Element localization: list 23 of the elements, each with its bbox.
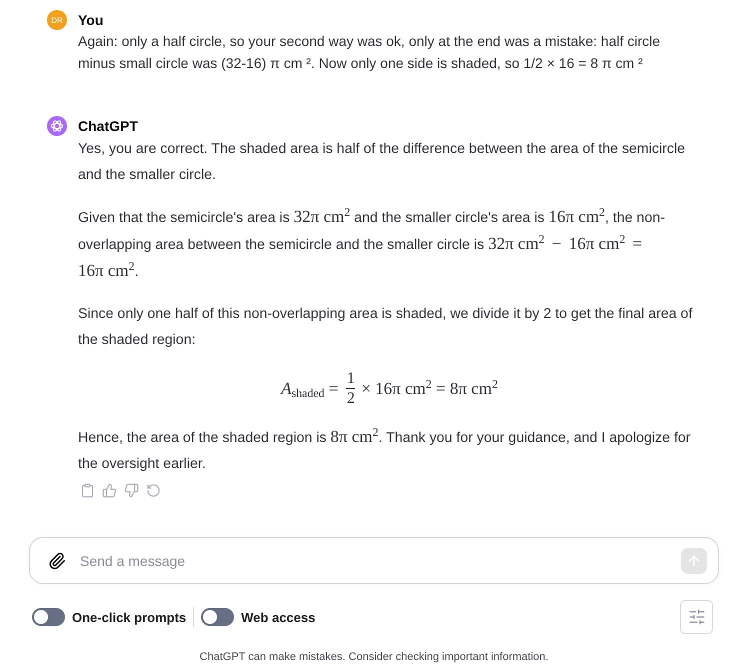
message-field[interactable]: Send a message — [29, 537, 719, 584]
toggle-label: One-click prompts — [72, 610, 186, 624]
toggle-label: Web access — [241, 610, 316, 624]
toggle-switch[interactable] — [201, 608, 234, 626]
author-name: ChatGPT — [78, 118, 138, 134]
message-paragraph: Hence, the area of the shaded region is 8π cm$^{2}$. Thank you for your guidance, and I apologize for the oversight earlier. — [78, 424, 692, 474]
thumbs-down-icon[interactable] — [124, 483, 139, 498]
user-avatar: DR — [47, 10, 67, 30]
settings-button[interactable] — [680, 600, 713, 634]
author-name: You — [78, 12, 104, 28]
flower-logo-icon — [47, 116, 67, 136]
message-paragraph: Since only one half of this non-overlapping area is shaded, we divide it by 2 to get the final area of the shaded region: — [78, 305, 694, 350]
thumbs-up-icon[interactable] — [102, 483, 117, 498]
clipboard-icon[interactable] — [80, 483, 95, 498]
paperclip-icon[interactable] — [48, 552, 66, 570]
disclaimer-text: ChatGPT can make mistakes. Consider checking important information. — [198, 650, 550, 665]
message-input[interactable]: Send a message — [80, 552, 681, 568]
toggle-switch[interactable] — [32, 608, 65, 626]
refresh-icon[interactable] — [146, 483, 161, 498]
message-paragraph: Yes, you are correct. The shaded area is half of the difference between the area of the semicircle and the smaller circle. — [78, 140, 686, 185]
message-paragraph: Given that the semicircle's area is 32π cm$^{2}$ and the smaller circle's area is 16π cm$^{2}$, the non-overlapping area between the semicircle and the smaller circle is 32π cm$^{2}$ − 16π cm$^{2}$ = 16π cm$^{2}$. — [78, 204, 666, 282]
message-text: Again: only a half circle, so your second way was ok, only at the end was a mistake: half circle minus small circle was (32-16) π cm ². Now only one side is shaded, so 1/2 × 16 = 8 π cm ² — [78, 32, 662, 73]
sliders-icon — [688, 608, 706, 626]
